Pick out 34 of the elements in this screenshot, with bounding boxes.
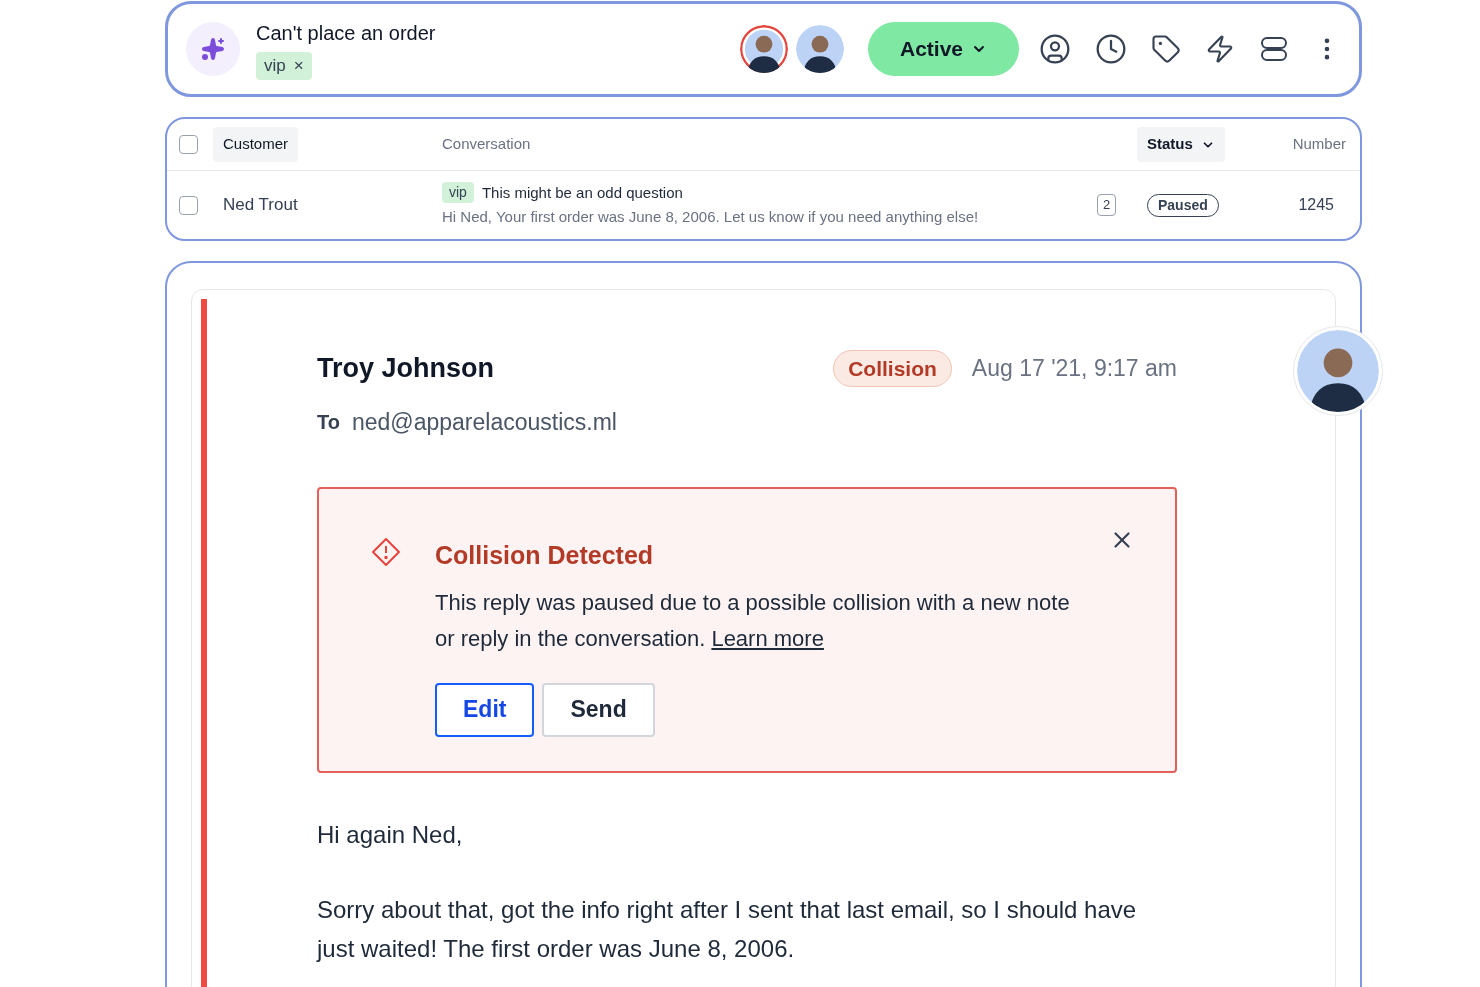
learn-more-link[interactable]: Learn more <box>711 625 824 651</box>
conversation-title: Can't place an order <box>256 21 436 47</box>
alert-title: Collision Detected <box>435 540 654 571</box>
message-time: Aug 17 '21, 9:17 am <box>971 354 1177 383</box>
remove-tag-button[interactable]: × <box>293 53 304 79</box>
conversation-preview: Hi Ned, Your first order was June 8, 2006. Let us know if you need anything else! <box>442 207 980 227</box>
checkbox[interactable] <box>179 195 198 215</box>
customer-name: Ned Trout <box>222 194 299 217</box>
layout-icon[interactable] <box>1259 34 1289 64</box>
to-label: To <box>317 409 340 435</box>
column-header[interactable]: Status <box>1137 127 1225 162</box>
alert-button[interactable]: Send <box>542 682 655 737</box>
conversation-number: 1245 <box>1297 195 1335 215</box>
tag: vip <box>442 182 474 204</box>
warning-icon <box>371 537 401 567</box>
checkbox[interactable] <box>179 135 198 154</box>
collision-badge: Collision <box>833 349 952 387</box>
clock-icon[interactable] <box>1095 33 1127 65</box>
conversation-subject: This might be an odd question <box>481 182 683 203</box>
alert-button[interactable]: Edit <box>435 682 535 737</box>
message-count: 2 <box>1097 194 1117 216</box>
lightning-icon[interactable] <box>1205 34 1235 64</box>
column-header[interactable]: Number <box>1282 127 1356 162</box>
user-icon[interactable] <box>1039 33 1071 65</box>
alert-message: This reply was paused due to a possible collision with a new note or reply in the conversation. Learn more <box>435 588 1071 653</box>
recipient-email: ned@apparelacoustics.ml <box>351 407 617 437</box>
message-paragraph: Sorry about that, got the info right after I sent that last email, so I should have just waited! The first order was June 8, 2006. <box>317 895 1138 964</box>
tag: vip × <box>256 52 312 80</box>
column-header[interactable]: Customer <box>213 127 299 162</box>
tag-icon[interactable] <box>1151 34 1181 64</box>
message-paragraph: Hi again Ned, <box>317 820 464 850</box>
sender-name: Troy Johnson <box>317 352 495 385</box>
column-header[interactable]: Conversation <box>432 127 541 162</box>
status-button[interactable]: Active <box>867 22 1019 76</box>
